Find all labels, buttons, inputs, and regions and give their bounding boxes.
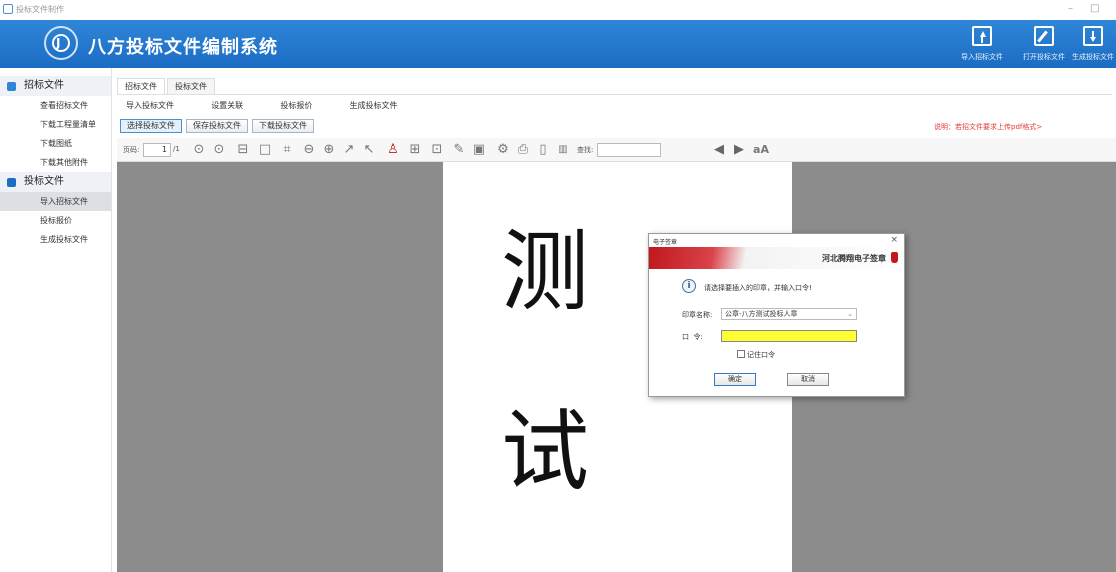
app-logo: J xyxy=(44,26,78,60)
sidebar-item-download-attachments[interactable]: 下载其他附件 xyxy=(0,153,111,172)
sidebar-item-view-tender[interactable]: 查看招标文件 xyxy=(0,96,111,115)
generate-bid-button[interactable]: 生成投标文件 xyxy=(1070,26,1116,66)
grid-icon xyxy=(7,178,16,187)
sidebar-group-tender[interactable]: 招标文件 xyxy=(0,76,111,96)
window-title: 投标文件制作 xyxy=(16,5,64,14)
sidebar-item-generate-bid[interactable]: 生成投标文件 xyxy=(0,230,111,249)
stamp-icon[interactable]: ♙ xyxy=(385,142,401,158)
sidebar-item-download-drawings[interactable]: 下载图纸 xyxy=(0,134,111,153)
tab-bar: 招标文件 投标文件 xyxy=(117,78,217,94)
submenu-generate-bid[interactable]: 生成投标文件 xyxy=(350,100,398,111)
tab-bid[interactable]: 投标文件 xyxy=(167,78,215,94)
document-text: 测 xyxy=(501,220,590,323)
password-label: 口 令: xyxy=(682,333,703,341)
submenu-set-link[interactable]: 设置关联 xyxy=(211,100,243,111)
window-titlebar: 投标文件制作 – □ xyxy=(0,0,1116,20)
sidebar-group-bid[interactable]: 投标文件 xyxy=(0,172,111,192)
seam-stamp-icon[interactable]: ⊡ xyxy=(429,142,445,158)
rotate-left-icon[interactable]: ↖ xyxy=(361,142,377,158)
sidebar-group-label: 投标文件 xyxy=(24,176,64,187)
settings-icon[interactable]: ⚙ xyxy=(495,142,511,158)
search-next-icon[interactable]: ▶ xyxy=(731,142,747,158)
bookmark-icon[interactable]: ▯ xyxy=(535,142,551,158)
rotate-right-icon[interactable]: ↗ xyxy=(341,142,357,158)
maximize-button[interactable]: □ xyxy=(1090,3,1099,14)
actual-size-icon[interactable]: ⌗ xyxy=(279,142,295,158)
zoom-out-icon[interactable]: ⊖ xyxy=(301,142,317,158)
chevron-down-icon: ⌄ xyxy=(847,310,853,318)
app-title: 八方投标文件编制系统 xyxy=(88,37,278,58)
handwrite-icon[interactable]: ✎ xyxy=(451,142,467,158)
pdf-toolbar: 页码: 1 /1 ⊙ ⊙ ⊟ □ ⌗ ⊖ ⊕ ↗ ↖ ♙ ⊞ ⊡ ✎ ▣ ⚙ ⎙… xyxy=(117,138,1116,162)
cube-icon xyxy=(7,82,16,91)
document-text: 试 xyxy=(501,400,590,503)
action-bar: 选择投标文件 保存投标文件 下载投标文件 xyxy=(120,119,318,133)
page-label: 页码: xyxy=(123,146,140,154)
minimize-button[interactable]: – xyxy=(1068,3,1073,14)
dialog-title: 电子签章 xyxy=(653,239,678,246)
import-tender-label: 导入招标文件 xyxy=(961,53,1003,61)
seal-select-value: 公章-八方测试投标人章 xyxy=(725,310,798,318)
sidebar-item-import-tender[interactable]: 导入招标文件 xyxy=(0,192,111,211)
dialog-banner: 河北腾翔电子签章 xyxy=(649,247,904,269)
remember-password-checkbox[interactable] xyxy=(737,350,745,358)
seal-name-label: 印章名称: xyxy=(682,311,713,319)
info-icon: i xyxy=(682,279,696,293)
submenu-bid-quote[interactable]: 投标报价 xyxy=(280,100,312,111)
password-input[interactable] xyxy=(721,330,857,342)
sidebar: 招标文件 查看招标文件 下载工程量清单 下载图纸 下载其他附件 投标文件 导入招… xyxy=(0,68,112,572)
edit-icon xyxy=(1034,26,1054,46)
download-bid-file-button[interactable]: 下载投标文件 xyxy=(252,119,314,133)
page-number-input[interactable]: 1 xyxy=(143,143,171,157)
cancel-button[interactable]: 取消 xyxy=(787,373,829,386)
sidebar-group-label: 招标文件 xyxy=(24,80,64,91)
seal-icon xyxy=(891,252,898,263)
search-input[interactable] xyxy=(597,143,661,157)
tab-tender[interactable]: 招标文件 xyxy=(117,78,165,94)
generate-bid-label: 生成投标文件 xyxy=(1072,53,1114,61)
open-bid-button[interactable]: 打开投标文件 xyxy=(1012,26,1076,66)
dialog-brand: 河北腾翔电子签章 xyxy=(822,253,886,263)
search-previous-icon[interactable]: ◀ xyxy=(711,142,727,158)
fit-page-icon[interactable]: □ xyxy=(257,142,273,158)
divider xyxy=(117,94,1112,95)
app-header: J 八方投标文件编制系统 导入招标文件 打开投标文件 生成投标文件 xyxy=(0,20,1116,68)
import-icon xyxy=(972,26,992,46)
fit-width-icon[interactable]: ⊟ xyxy=(235,142,251,158)
verify-icon[interactable]: ▣ xyxy=(471,142,487,158)
document-viewer: 测 试 xyxy=(117,162,1116,572)
close-icon[interactable]: × xyxy=(890,235,898,245)
sub-menu: 导入投标文件 设置关联 投标报价 生成投标文件 xyxy=(126,100,432,114)
open-bid-label: 打开投标文件 xyxy=(1023,53,1065,61)
print-icon[interactable]: ⎙ xyxy=(515,142,531,158)
seal-select[interactable]: 公章-八方测试投标人章 ⌄ xyxy=(721,308,857,320)
sidebar-item-bid-quote[interactable]: 投标报价 xyxy=(0,211,111,230)
page-total: /1 xyxy=(173,145,180,153)
submenu-import-bid[interactable]: 导入投标文件 xyxy=(126,100,174,111)
next-page-icon[interactable]: ⊙ xyxy=(211,142,227,158)
multi-page-stamp-icon[interactable]: ⊞ xyxy=(407,142,423,158)
previous-page-icon[interactable]: ⊙ xyxy=(191,142,207,158)
select-bid-file-button[interactable]: 选择投标文件 xyxy=(120,119,182,133)
chart-icon[interactable]: ▥ xyxy=(555,142,571,158)
search-label: 查找: xyxy=(577,146,594,154)
sidebar-item-download-quantities[interactable]: 下载工程量清单 xyxy=(0,115,111,134)
zoom-in-icon[interactable]: ⊕ xyxy=(321,142,337,158)
text-options-icon[interactable]: aA xyxy=(753,142,769,158)
remember-password-label: 记住口令 xyxy=(747,351,775,359)
download-icon xyxy=(1083,26,1103,46)
save-bid-file-button[interactable]: 保存投标文件 xyxy=(186,119,248,133)
app-window-icon xyxy=(3,4,13,14)
e-seal-dialog: 电子签章 × 河北腾翔电子签章 i 请选择要插入的印章，并输入口令! 印章名称:… xyxy=(648,233,905,397)
dialog-message: 请选择要插入的印章，并输入口令! xyxy=(704,284,812,292)
ok-button[interactable]: 确定 xyxy=(714,373,756,386)
import-tender-button[interactable]: 导入招标文件 xyxy=(950,26,1014,66)
instruction-note: 说明：若招文件要求上传pdf格式> xyxy=(934,123,1043,131)
